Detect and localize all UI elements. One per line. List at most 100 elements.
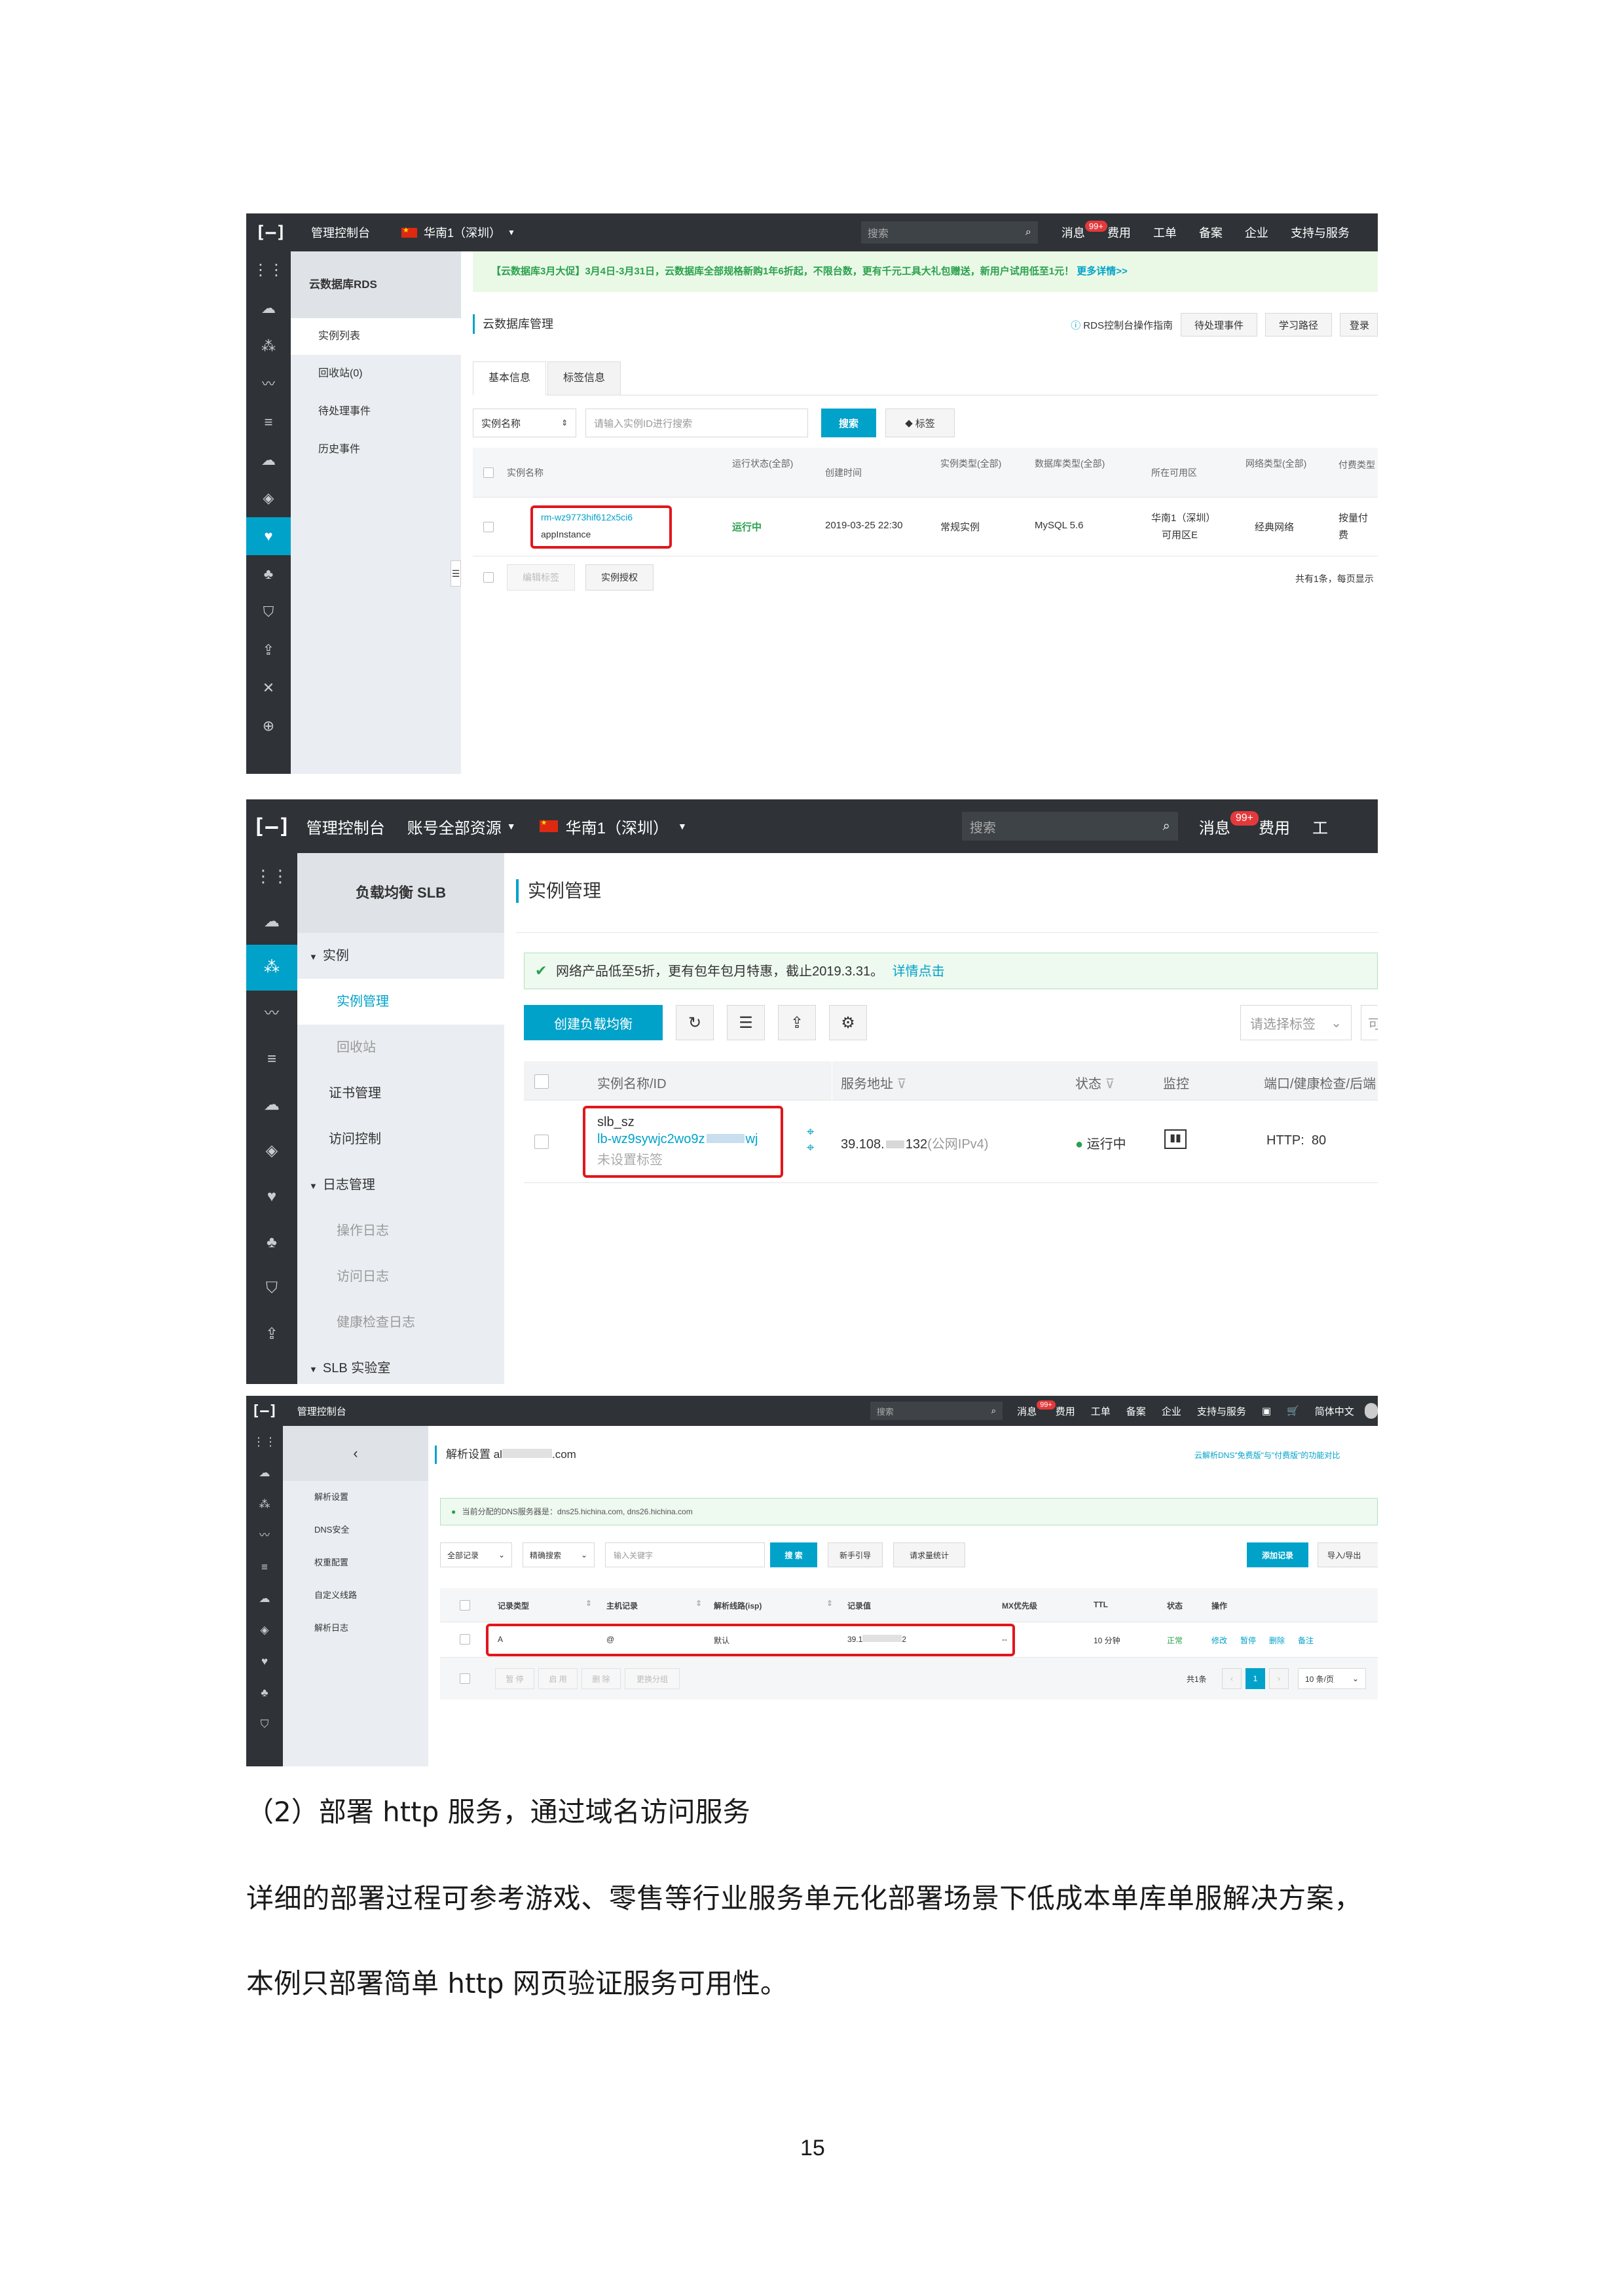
nav-access-control[interactable]: 访问控制 [297,1116,504,1162]
cluster-icon[interactable]: ♣ [246,555,291,593]
delete-link[interactable]: 删除 [1269,1635,1285,1646]
fee-link[interactable]: 费用 [1056,1404,1075,1418]
aliyun-logo-icon[interactable]: [–] [255,223,286,242]
pause-link[interactable]: 暂停 [1240,1635,1256,1646]
nav-custom-line[interactable]: 自定义线路 [283,1579,428,1612]
console-link[interactable]: 管理控制台 [297,1404,346,1418]
record-filter-select[interactable]: 全部记录 ⌄ [440,1542,512,1567]
nav-dns-security[interactable]: DNS安全 [283,1514,428,1546]
cdn-icon[interactable]: 〰 [246,365,291,403]
nav-pending-events[interactable]: 待处理事件 [291,393,461,431]
change-group-button[interactable]: 更换分组 [625,1668,680,1689]
notice-link[interactable]: 详情点击 [893,964,945,979]
console-link[interactable]: 管理控制台 [306,815,385,838]
rds-icon[interactable]: ♥ [246,1646,283,1677]
nav-resolve-log[interactable]: 解析日志 [283,1612,428,1645]
pause-button[interactable]: 暂 停 [495,1668,534,1689]
layers-icon[interactable]: ◈ [246,1128,297,1174]
layers-icon[interactable]: ◈ [246,479,291,517]
cdn-icon[interactable]: 〰 [246,991,297,1036]
shield-icon[interactable]: ⛉ [246,1266,297,1311]
nav-log-group[interactable]: ▼ 日志管理 [297,1162,504,1208]
request-stats-button[interactable]: 请求量统计 [893,1542,965,1567]
col-network-type[interactable]: 网络类型(全部) [1246,457,1306,470]
grid-icon[interactable]: ⋮⋮ [246,251,291,289]
row-checkbox[interactable] [483,522,494,532]
select-all-checkbox[interactable] [483,467,494,478]
nav-operation-log[interactable]: 操作日志 [297,1208,504,1254]
learning-path-button[interactable]: 学习路径 [1264,313,1332,337]
delete-button[interactable]: 删 除 [581,1668,621,1689]
nav-instance-list[interactable]: 实例列表 [291,318,461,355]
nav-instance-group[interactable]: ▼ 实例 [297,933,504,979]
col-status[interactable]: 状态 ⊽ [1075,1073,1115,1092]
search-icon[interactable]: ⌕ [1163,819,1170,834]
nav-instance-management[interactable]: 实例管理 [297,979,504,1025]
network-icon[interactable]: ⁂ [246,327,291,365]
support-link[interactable]: 支持与服务 [1197,1404,1246,1418]
import-export-button[interactable]: 导入/导出 [1318,1542,1378,1567]
layers-icon[interactable]: ◈ [246,1614,283,1646]
col-record-type[interactable]: 记录类型 [498,1600,529,1611]
sort-icon[interactable]: ⇕ [585,1599,592,1608]
search-button[interactable]: 搜 索 [770,1542,817,1567]
enterprise-link[interactable]: 企业 [1162,1404,1181,1418]
nav-history-events[interactable]: 历史事件 [291,431,461,469]
refresh-icon[interactable]: ↻ [676,1005,714,1040]
storage-icon[interactable]: ☁ [246,1583,283,1614]
col-address[interactable]: 服务地址 ⊽ [841,1073,906,1092]
promo-link[interactable]: 更多详情>> [1077,266,1128,277]
nav-weight-config[interactable]: 权重配置 [283,1546,428,1579]
grid-icon[interactable]: ⋮⋮ [246,853,297,899]
guide-button[interactable]: 新手引导 [828,1542,883,1567]
ticket-link[interactable]: 工 [1312,815,1328,838]
nav-resolve-settings[interactable]: 解析设置 [283,1481,428,1514]
grid-icon[interactable]: ⋮⋮ [246,1426,283,1457]
top-search-input[interactable]: 搜索 ⌕ [870,1402,1003,1420]
tab-basic-info[interactable]: 基本信息 [473,361,546,395]
region-selector[interactable]: 华南1（深圳） [566,815,669,838]
col-host[interactable]: 主机记录 [606,1600,638,1611]
nav-recycle-bin[interactable]: 回收站(0) [291,355,461,393]
authorize-button[interactable]: 实例授权 [585,564,654,591]
version-compare-link[interactable]: 云解析DNS"免费版"与"付费版"的功能对比 [1194,1449,1340,1461]
sort-icon-2[interactable]: ⇕ [695,1599,702,1608]
monitor-chart-icon[interactable]: ▮▮ [1164,1129,1187,1149]
nav-health-log[interactable]: 健康检查日志 [297,1300,504,1345]
next-page-icon[interactable]: › [1269,1668,1289,1689]
page-number-button[interactable]: 1 [1246,1668,1265,1689]
cloud-icon[interactable]: ☁ [246,289,291,327]
prev-page-icon[interactable]: ‹ [1222,1668,1242,1689]
col-value[interactable]: 记录值 [847,1600,871,1611]
aliyun-logo-icon[interactable]: [–] [251,1403,278,1419]
select-all-checkbox[interactable] [534,1074,549,1089]
edit-tag-button[interactable]: 编辑标签 [507,564,575,591]
col-line[interactable]: 解析线路(isp) [714,1600,762,1611]
list-view-icon[interactable]: ☰ [727,1005,765,1040]
row-checkbox[interactable] [460,1634,470,1645]
region-selector[interactable]: 华南1（深圳） [424,224,501,241]
create-slb-button[interactable]: 创建负载均衡 [524,1005,663,1040]
aliyun-logo-icon[interactable]: [–] [253,814,291,839]
globe-icon[interactable]: ⊕ [246,707,291,745]
add-record-button[interactable]: 添加记录 [1247,1542,1308,1567]
col-instance-type[interactable]: 实例类型(全部) [940,457,1001,470]
keyword-input[interactable]: 输入关键字 [605,1542,765,1567]
back-chevron-icon[interactable]: ‹ [283,1426,428,1481]
console-link[interactable]: 管理控制台 [311,224,370,241]
filter-field-select[interactable]: 实例名称 ⇕ [473,409,576,437]
nav-recycle-bin[interactable]: 回收站 [297,1025,504,1070]
storage-icon[interactable]: ☁ [246,1082,297,1128]
collapse-handle-icon[interactable]: ☰ [451,560,461,587]
terminal-icon[interactable]: ▣ [1262,1405,1271,1417]
search-icon[interactable]: ⌕ [1025,227,1031,238]
cdn-icon[interactable]: 〰 [246,1520,283,1552]
ticket-link[interactable]: 工单 [1153,224,1177,241]
enable-button[interactable]: 启 用 [538,1668,578,1689]
search-button[interactable]: 搜索 [821,409,876,437]
cluster-icon[interactable]: ♣ [246,1677,283,1709]
tag-filter-button[interactable]: ◆ 标签 [885,409,955,437]
cloud-icon[interactable]: ☁ [246,899,297,945]
support-link[interactable]: 支持与服务 [1291,224,1350,241]
remark-link[interactable]: 备注 [1298,1635,1314,1646]
